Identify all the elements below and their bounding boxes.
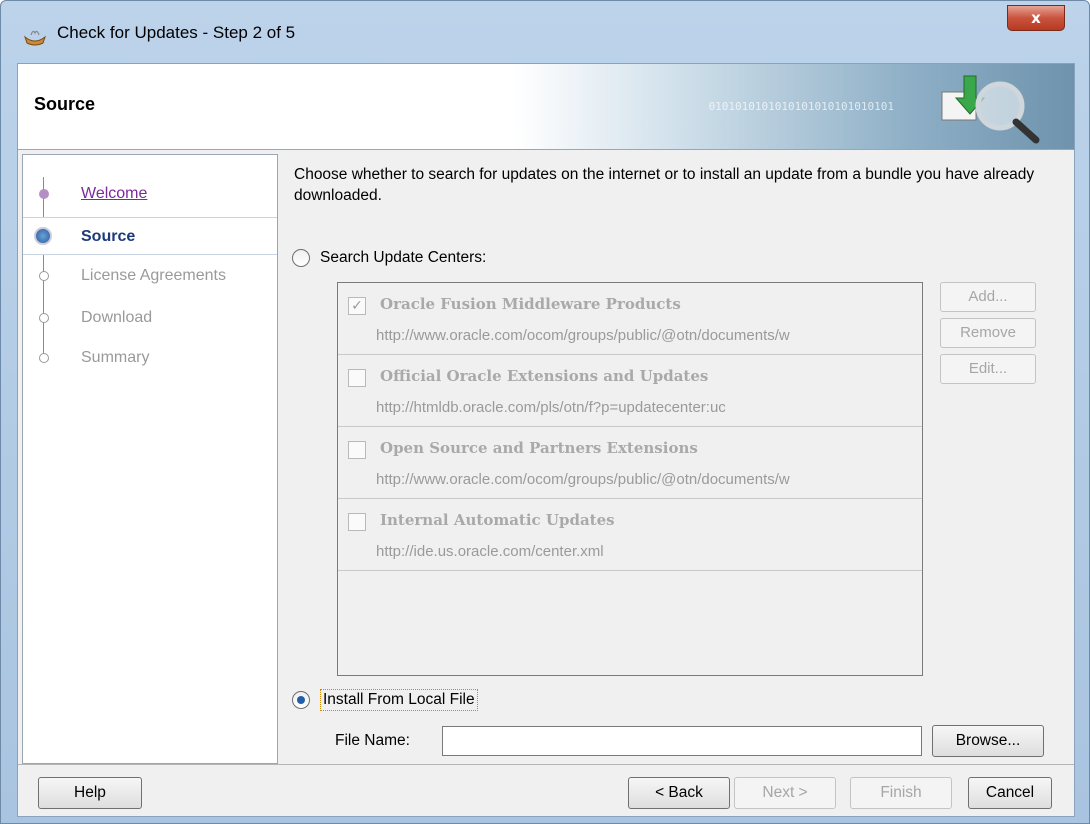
step-pending-icon <box>39 353 49 363</box>
install-local-file-radio[interactable] <box>292 691 310 709</box>
list-item[interactable]: Internal Automatic Updates http://ide.us… <box>338 499 922 571</box>
update-center-name: Official Oracle Extensions and Updates <box>380 367 709 385</box>
cancel-button[interactable]: Cancel <box>968 777 1052 809</box>
nav-item-welcome[interactable]: Welcome <box>23 175 277 213</box>
list-item[interactable]: Official Oracle Extensions and Updates h… <box>338 355 922 427</box>
step-current-icon <box>34 227 52 245</box>
binary-decoration: 0101010101010101010101010101 <box>708 100 894 113</box>
search-update-centers-label: Search Update Centers: <box>320 249 487 266</box>
nav-item-summary: Summary <box>23 339 277 377</box>
nav-item-download: Download <box>23 299 277 337</box>
update-center-checkbox[interactable] <box>348 441 366 459</box>
wizard-steps-nav: Welcome Source License Agreements Downlo… <box>22 154 278 764</box>
edit-button[interactable]: Edit... <box>940 354 1036 384</box>
file-name-input[interactable] <box>442 726 922 756</box>
search-update-centers-radio[interactable] <box>292 249 310 267</box>
instructions-text: Choose whether to search for updates on … <box>294 166 1035 204</box>
remove-button[interactable]: Remove <box>940 318 1036 348</box>
search-update-centers-option[interactable]: Search Update Centers: <box>292 246 486 270</box>
help-button[interactable]: Help <box>38 777 142 809</box>
update-center-url: http://www.oracle.com/ocom/groups/public… <box>376 327 790 344</box>
install-local-file-label: Install From Local File <box>320 689 478 711</box>
step-visited-icon <box>39 189 49 199</box>
nav-item-source[interactable]: Source <box>23 217 277 255</box>
wizard-header: Source 0101010101010101010101010101 <box>18 64 1074 150</box>
coffee-cup-icon <box>23 30 47 46</box>
update-center-url: http://www.oracle.com/ocom/groups/public… <box>376 471 790 488</box>
nav-item-label: Welcome <box>81 185 148 202</box>
main-panel: Choose whether to search for updates on … <box>278 150 1076 764</box>
update-center-checkbox[interactable] <box>348 369 366 387</box>
nav-item-label: Download <box>81 309 153 326</box>
browse-button[interactable]: Browse... <box>932 725 1044 757</box>
list-item[interactable]: ✓ Oracle Fusion Middleware Products http… <box>338 283 922 355</box>
step-pending-icon <box>39 271 49 281</box>
finish-button[interactable]: Finish <box>850 777 952 809</box>
update-centers-list[interactable]: ✓ Oracle Fusion Middleware Products http… <box>337 282 923 676</box>
update-search-icon <box>941 75 1040 144</box>
dialog-client-area: Source 0101010101010101010101010101 Welc… <box>17 63 1075 817</box>
close-button[interactable]: x <box>1007 5 1065 31</box>
update-center-checkbox[interactable] <box>348 513 366 531</box>
back-button[interactable]: < Back <box>628 777 730 809</box>
dialog-window: Check for Updates - Step 2 of 5 x Source… <box>0 0 1090 824</box>
update-center-checkbox[interactable]: ✓ <box>348 297 366 315</box>
update-center-name: Oracle Fusion Middleware Products <box>380 295 681 313</box>
nav-item-label: Summary <box>81 349 150 366</box>
title-bar[interactable]: Check for Updates - Step 2 of 5 x <box>1 1 1089 63</box>
next-button[interactable]: Next > <box>734 777 836 809</box>
list-item[interactable]: Open Source and Partners Extensions http… <box>338 427 922 499</box>
file-name-label: File Name: <box>335 732 410 749</box>
add-button[interactable]: Add... <box>940 282 1036 312</box>
update-center-name: Open Source and Partners Extensions <box>380 439 698 457</box>
update-center-name: Internal Automatic Updates <box>380 511 615 529</box>
install-local-file-option[interactable]: Install From Local File <box>292 688 478 712</box>
nav-item-label: Source <box>81 228 136 245</box>
window-title: Check for Updates - Step 2 of 5 <box>57 23 296 42</box>
nav-item-license-agreements: License Agreements <box>23 257 277 295</box>
update-center-url: http://htmldb.oracle.com/pls/otn/f?p=upd… <box>376 399 726 416</box>
page-title: Source <box>34 94 96 114</box>
step-pending-icon <box>39 313 49 323</box>
footer-divider <box>18 764 1074 765</box>
update-center-url: http://ide.us.oracle.com/center.xml <box>376 543 604 560</box>
nav-item-label: License Agreements <box>81 267 226 284</box>
